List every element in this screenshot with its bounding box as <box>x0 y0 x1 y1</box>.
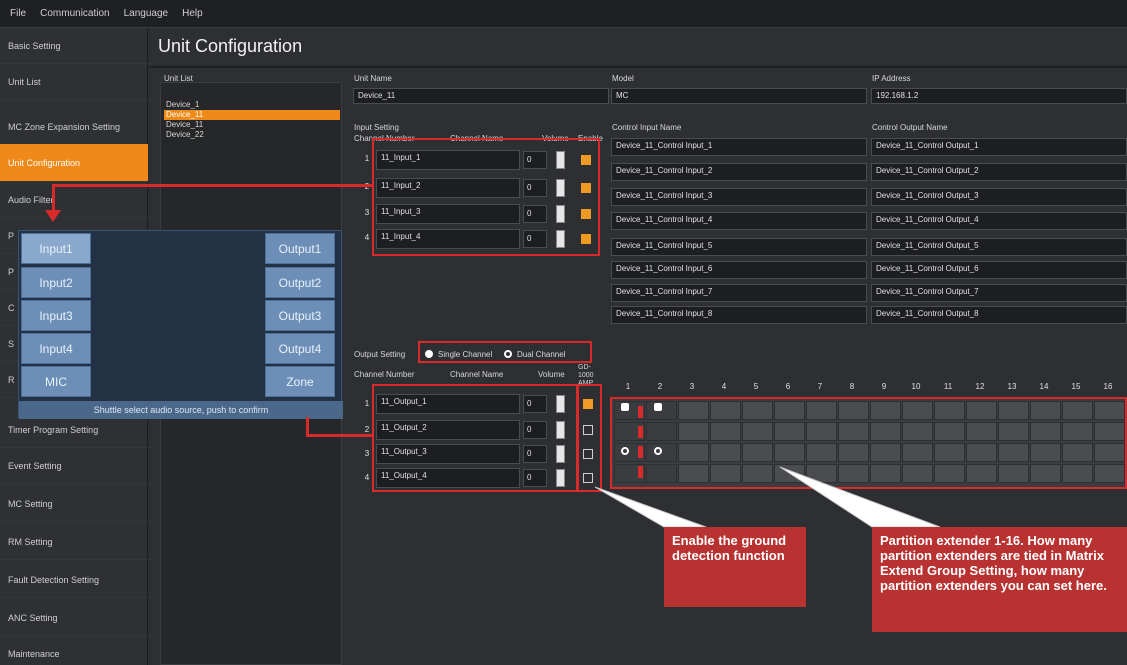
connector-line <box>52 184 372 187</box>
control-output-label: Control Output Name <box>872 123 948 132</box>
popup-output1-button[interactable]: Output1 <box>265 233 335 264</box>
control-input-2[interactable]: Device_11_Control Input_2 <box>611 163 867 181</box>
control-output-5[interactable]: Device_11_Control Output_5 <box>871 238 1127 256</box>
ground-detect-highlight <box>577 384 602 492</box>
menubar: File Communication Language Help <box>0 0 1127 28</box>
matrix-highlight <box>610 397 1127 489</box>
popup-output4-button[interactable]: Output4 <box>265 333 335 364</box>
control-output-3[interactable]: Device_11_Control Output_3 <box>871 188 1127 206</box>
ip-address-label: IP Address <box>872 74 911 83</box>
matrix-column-header: 1 <box>625 382 631 391</box>
input-row-number: 3 <box>364 208 370 217</box>
control-input-6[interactable]: Device_11_Control Input_6 <box>611 261 867 279</box>
control-input-7[interactable]: Device_11_Control Input_7 <box>611 284 867 302</box>
output-col-volume: Volume <box>538 370 565 379</box>
unit-list-item[interactable]: Device_11 <box>164 120 340 130</box>
popup-input3-button[interactable]: Input3 <box>21 300 91 331</box>
matrix-column-header: 6 <box>785 382 791 391</box>
popup-input1-button[interactable]: Input1 <box>21 233 91 264</box>
matrix-column-header: 16 <box>1103 382 1113 391</box>
sidebar-item-mc-zone-expansion[interactable]: MC Zone Expansion Setting <box>0 109 148 145</box>
control-output-6[interactable]: Device_11_Control Output_6 <box>871 261 1127 279</box>
menu-communication[interactable]: Communication <box>40 8 109 19</box>
popup-input2-button[interactable]: Input2 <box>21 267 91 298</box>
output-row-number: 1 <box>364 399 370 408</box>
model-field: MC <box>611 88 867 104</box>
menu-help[interactable]: Help <box>182 8 203 19</box>
sidebar-item-unit-configuration[interactable]: Unit Configuration <box>0 144 148 182</box>
sidebar-item-event-setting[interactable]: Event Setting <box>0 448 148 484</box>
control-output-2[interactable]: Device_11_Control Output_2 <box>871 163 1127 181</box>
unit-list-item-selected[interactable]: Device_11 <box>164 110 340 120</box>
input-row-number: 4 <box>364 233 370 242</box>
output-row-number: 4 <box>364 473 370 482</box>
matrix-column-header: 9 <box>881 382 887 391</box>
menu-file[interactable]: File <box>10 8 26 19</box>
control-input-5[interactable]: Device_11_Control Input_5 <box>611 238 867 256</box>
output-col-channel: Channel Number <box>354 370 415 379</box>
ip-address-field[interactable]: 192.168.1.2 <box>871 88 1127 104</box>
matrix-column-header: 4 <box>721 382 727 391</box>
unit-list-item[interactable]: Device_1 <box>164 100 340 110</box>
output-row-number: 3 <box>364 449 370 458</box>
popup-zone-button[interactable]: Zone <box>265 366 335 397</box>
sidebar-item-mc-setting[interactable]: MC Setting <box>0 486 148 522</box>
partition-extender-callout: Partition extender 1-16. How many partit… <box>872 527 1127 632</box>
output-row-number: 2 <box>364 425 370 434</box>
control-output-4[interactable]: Device_11_Control Output_4 <box>871 212 1127 230</box>
audio-source-popup: Input1 Input2 Input3 Input4 MIC Output1 … <box>18 230 343 419</box>
sidebar-item-unit-list[interactable]: Unit List <box>0 64 148 100</box>
control-input-label: Control Input Name <box>612 123 682 132</box>
matrix-column-header: 14 <box>1039 382 1049 391</box>
unit-list-item[interactable]: Device_22 <box>164 130 340 140</box>
control-output-1[interactable]: Device_11_Control Output_1 <box>871 138 1127 156</box>
control-input-4[interactable]: Device_11_Control Input_4 <box>611 212 867 230</box>
sidebar-item-audio-filter[interactable]: Audio Filter <box>0 182 148 218</box>
control-input-3[interactable]: Device_11_Control Input_3 <box>611 188 867 206</box>
control-input-1[interactable]: Device_11_Control Input_1 <box>611 138 867 156</box>
sidebar-item-rm-setting[interactable]: RM Setting <box>0 524 148 560</box>
unit-name-label: Unit Name <box>354 74 392 83</box>
popup-output3-button[interactable]: Output3 <box>265 300 335 331</box>
popup-input4-button[interactable]: Input4 <box>21 333 91 364</box>
control-output-8[interactable]: Device_11_Control Output_8 <box>871 306 1127 324</box>
output-setting-label: Output Setting <box>354 350 406 359</box>
input-setting-highlight <box>372 138 600 256</box>
ground-detection-callout: Enable the ground detection function <box>664 527 806 607</box>
control-input-8[interactable]: Device_11_Control Input_8 <box>611 306 867 324</box>
sidebar-item-maintenance[interactable]: Maintenance <box>0 636 148 665</box>
matrix-column-header: 13 <box>1007 382 1017 391</box>
channel-mode-highlight <box>418 341 592 363</box>
popup-output2-button[interactable]: Output2 <box>265 267 335 298</box>
page-title: Unit Configuration <box>158 36 303 56</box>
matrix-column-header: 11 <box>943 382 953 391</box>
model-label: Model <box>612 74 634 83</box>
output-col-name: Channel Name <box>450 370 504 379</box>
sidebar-item-fault-detection[interactable]: Fault Detection Setting <box>0 562 148 598</box>
connector-line <box>52 184 55 212</box>
popup-footer-hint: Shuttle select audio source, push to con… <box>19 401 343 419</box>
menu-language[interactable]: Language <box>124 8 169 19</box>
sidebar-item-anc-setting[interactable]: ANC Setting <box>0 600 148 636</box>
connector-arrow <box>45 210 61 222</box>
popup-mic-button[interactable]: MIC <box>21 366 91 397</box>
input-row-number: 1 <box>364 154 370 163</box>
matrix-column-header: 5 <box>753 382 759 391</box>
connector-line <box>306 434 374 437</box>
sidebar-item-basic-setting[interactable]: Basic Setting <box>0 28 148 64</box>
app-window: File Communication Language Help Basic S… <box>0 0 1127 665</box>
matrix-column-header: 3 <box>689 382 695 391</box>
matrix-column-header: 7 <box>817 382 823 391</box>
matrix-column-header: 10 <box>911 382 921 391</box>
matrix-column-header: 15 <box>1071 382 1081 391</box>
input-setting-label: Input Setting <box>354 123 399 132</box>
matrix-column-header: 8 <box>849 382 855 391</box>
control-output-7[interactable]: Device_11_Control Output_7 <box>871 284 1127 302</box>
matrix-column-header: 12 <box>975 382 985 391</box>
matrix-column-header: 2 <box>657 382 663 391</box>
output-setting-highlight <box>372 384 578 492</box>
title-divider <box>150 66 1127 68</box>
unit-name-field[interactable]: Device_11 <box>353 88 609 104</box>
